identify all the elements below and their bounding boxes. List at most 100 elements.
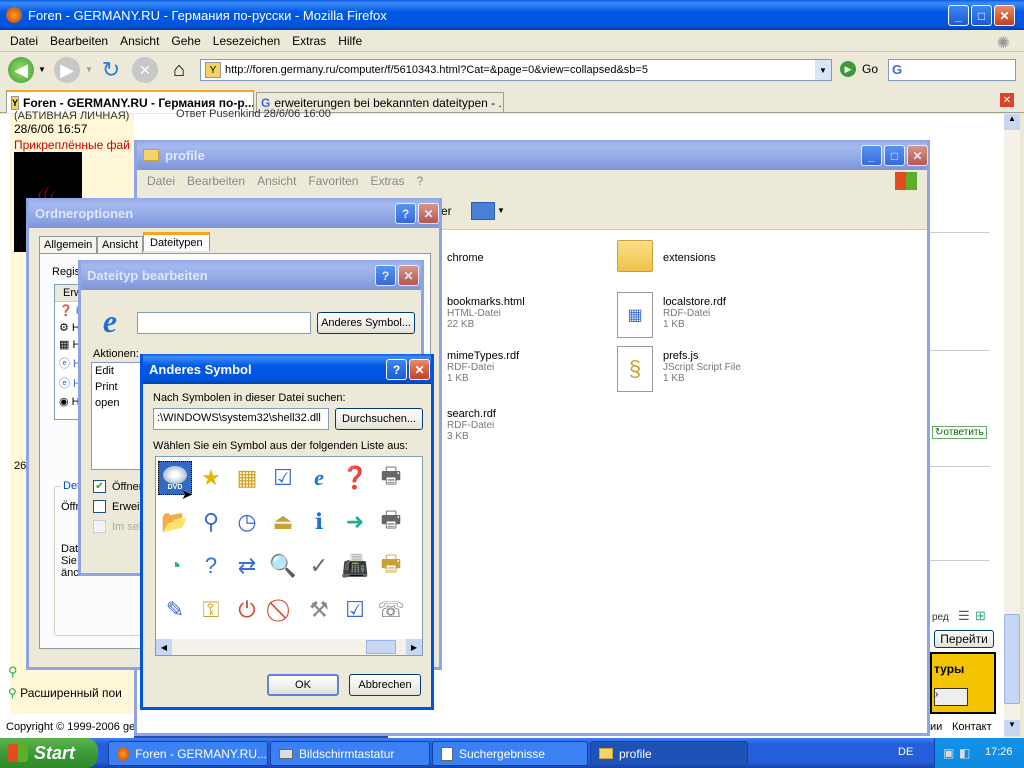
tray-volume-icon[interactable]: ◧: [959, 746, 970, 760]
icon-file-input[interactable]: :\WINDOWS\system32\shell32.dll: [153, 408, 329, 430]
minimize-button[interactable]: _: [861, 145, 882, 166]
browse-button[interactable]: Durchsuchen...: [335, 408, 423, 430]
ad-banner[interactable]: туры ›: [930, 652, 996, 714]
printer-folder-icon[interactable]: 🖶: [374, 549, 408, 583]
menu-help[interactable]: ?: [410, 174, 429, 188]
file-item[interactable]: § prefs.js JScript Script File 1 KB: [617, 346, 741, 392]
tools-icon[interactable]: ⚒: [302, 593, 336, 627]
scroll-down-icon[interactable]: ▼: [1004, 720, 1020, 736]
checkbox-open[interactable]: ✔ Öffnen: [93, 480, 145, 493]
checklist-pen-icon[interactable]: ✎: [158, 593, 192, 627]
url-dropdown-icon[interactable]: ▼: [815, 60, 831, 80]
menu-extras[interactable]: Extras: [286, 34, 332, 48]
reply-link[interactable]: ↻ответить: [932, 426, 987, 439]
menu-bearbeiten[interactable]: Bearbeiten: [181, 174, 251, 188]
calendar-folder-icon[interactable]: ▦: [230, 461, 264, 495]
tab-allgemein[interactable]: Allgemein: [39, 236, 98, 253]
close-button[interactable]: ✕: [398, 265, 419, 286]
url-bar[interactable]: Y http://foren.germany.ru/computer/f/561…: [200, 59, 832, 81]
maximize-button[interactable]: □: [884, 145, 905, 166]
help-circle-icon[interactable]: ?: [194, 549, 228, 583]
info-icon[interactable]: ℹ: [302, 505, 336, 539]
firefox-titlebar[interactable]: Foren - GERMANY.RU - Германия по-русски …: [0, 0, 1024, 30]
menu-favoriten[interactable]: Favoriten: [302, 174, 364, 188]
scroll-thumb[interactable]: [366, 640, 396, 654]
tree-icon[interactable]: ⊞: [975, 608, 986, 624]
stop-icon[interactable]: ✕: [132, 57, 158, 83]
file-item[interactable]: ▦ localstore.rdf RDF-Datei 1 KB: [617, 292, 726, 338]
explorer-titlebar[interactable]: profile _ □ ✕: [137, 140, 928, 170]
file-item[interactable]: search.rdf RDF-Datei 3 KB: [447, 408, 496, 442]
minimize-button[interactable]: _: [948, 5, 969, 26]
scroll-thumb[interactable]: [1004, 614, 1020, 704]
description-input[interactable]: [137, 312, 311, 334]
help-button[interactable]: ?: [386, 359, 407, 380]
file-item[interactable]: bookmarks.html HTML-Datei 22 KB: [447, 296, 525, 330]
edit-filetype-titlebar[interactable]: Dateityp bearbeiten ? ✕: [81, 260, 421, 290]
menu-gehe[interactable]: Gehe: [165, 34, 206, 48]
checkbox-checked-icon[interactable]: ✔: [93, 480, 106, 493]
footer-link-contact[interactable]: Контакт: [952, 721, 992, 733]
file-item[interactable]: extensions: [617, 240, 716, 272]
goto-button[interactable]: Перейти: [934, 630, 994, 648]
checkbox-extended[interactable]: Erweit: [93, 500, 143, 513]
key-icon[interactable]: ⚿: [194, 593, 228, 627]
menu-datei[interactable]: Datei: [141, 174, 181, 188]
back-dropdown-icon[interactable]: ▼: [38, 65, 46, 74]
reload-icon[interactable]: ↻: [98, 57, 124, 83]
forward-dropdown-icon[interactable]: ▼: [85, 65, 93, 74]
small-red-link[interactable]: ред: [932, 612, 949, 623]
search-doc-icon[interactable]: 🔍: [266, 549, 300, 583]
forward-icon[interactable]: ▶: [54, 57, 80, 83]
close-button[interactable]: ✕: [409, 359, 430, 380]
page-scrollbar[interactable]: ▲ ▼: [1004, 114, 1020, 736]
maximize-button[interactable]: □: [971, 5, 992, 26]
taskbar-item-profile[interactable]: profile: [590, 741, 748, 766]
scroll-left-icon[interactable]: ◀: [156, 639, 172, 655]
help-button[interactable]: ?: [395, 203, 416, 224]
printer-icon[interactable]: 🖶: [374, 461, 408, 495]
icon-list-scrollbar[interactable]: ◀ ▶: [156, 639, 422, 655]
menu-hilfe[interactable]: Hilfe: [332, 34, 368, 48]
link-icon[interactable]: ⇄: [230, 549, 264, 583]
change-icon-button[interactable]: Anderes Symbol...: [317, 312, 415, 334]
menu-datei[interactable]: Datei: [4, 34, 44, 48]
scroll-up-icon[interactable]: ▲: [1004, 114, 1020, 130]
start-button[interactable]: Start: [0, 738, 98, 768]
run-icon[interactable]: ➜: [338, 505, 372, 539]
close-button[interactable]: ✕: [994, 5, 1015, 26]
views-icon[interactable]: [471, 202, 495, 220]
internet-explorer-icon[interactable]: e: [302, 461, 336, 495]
close-tab-icon[interactable]: ✕: [1000, 93, 1014, 107]
close-button[interactable]: ✕: [418, 203, 439, 224]
document-check-icon[interactable]: ☑: [338, 593, 372, 627]
menu-ansicht[interactable]: Ansicht: [114, 34, 165, 48]
attached-files[interactable]: Прикреплённые фай: [14, 138, 130, 152]
go-button[interactable]: ▶ Go: [840, 61, 878, 77]
magnifier-icon[interactable]: ⚲: [194, 505, 228, 539]
forbidden-icon[interactable]: ⃠: [266, 593, 300, 627]
checkbox-empty-icon[interactable]: [93, 500, 106, 513]
scroll-right-icon[interactable]: ▶: [406, 639, 422, 655]
folder-open-icon[interactable]: 📂: [158, 505, 192, 539]
home-icon[interactable]: ⌂: [166, 57, 192, 83]
footer-link[interactable]: ии: [930, 721, 942, 733]
tab-ansicht[interactable]: Ansicht: [97, 236, 144, 253]
cancel-button[interactable]: Abbrechen: [349, 674, 421, 696]
printer-check-icon[interactable]: ✓: [302, 549, 336, 583]
menu-lesezeichen[interactable]: Lesezeichen: [207, 34, 286, 48]
fax-machine-icon[interactable]: ☏: [374, 593, 408, 627]
search-input[interactable]: G: [888, 59, 1016, 81]
checklist-icon[interactable]: ☑: [266, 461, 300, 495]
taskbar-item-firefox[interactable]: Foren - GERMANY.RU...: [108, 741, 268, 766]
clock[interactable]: 17:26: [985, 746, 1013, 758]
taskbar-item-keyboard[interactable]: Bildschirmtastatur: [270, 741, 430, 766]
menu-extras[interactable]: Extras: [364, 174, 410, 188]
views-dropdown-icon[interactable]: ▼: [497, 206, 505, 215]
fax-icon[interactable]: 📠: [338, 549, 372, 583]
close-button[interactable]: ✕: [907, 145, 928, 166]
ok-button[interactable]: OK: [267, 674, 339, 696]
list-icon[interactable]: ☰: [958, 608, 970, 624]
menu-ansicht[interactable]: Ansicht: [251, 174, 302, 188]
clock-icon[interactable]: ◔: [158, 549, 192, 583]
